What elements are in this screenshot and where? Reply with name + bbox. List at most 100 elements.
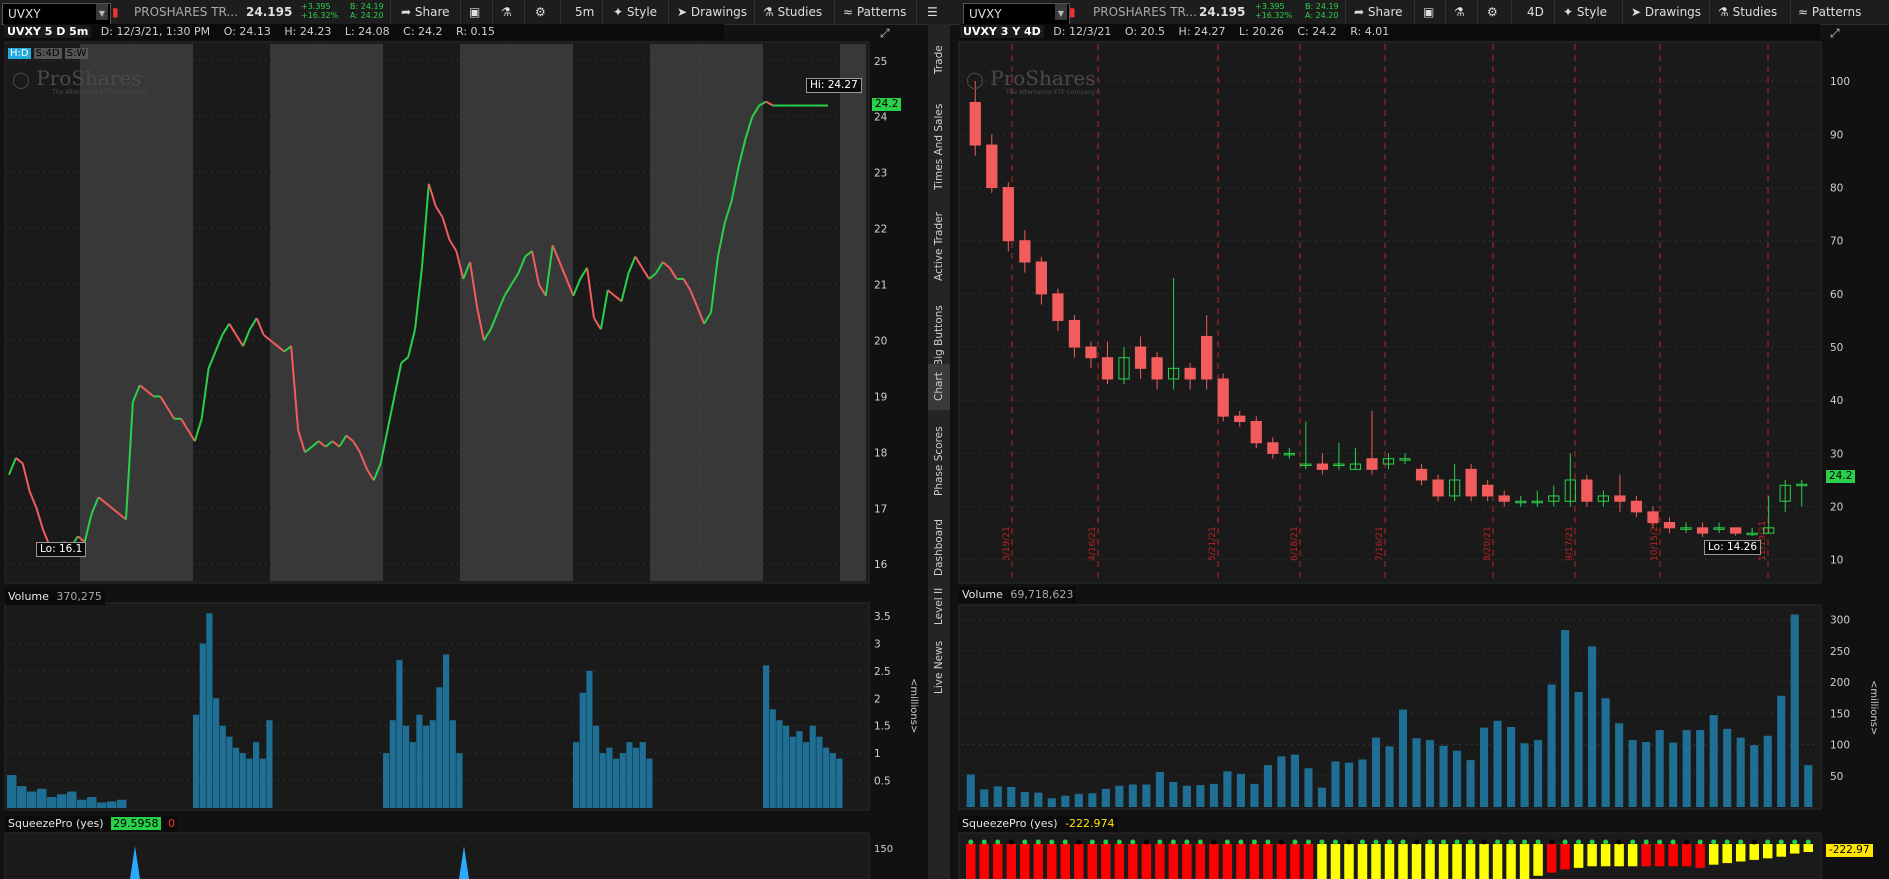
volume-bar [763,665,770,808]
squeeze-dot [1508,839,1514,845]
volume-bar [246,758,253,808]
candle-body [1068,319,1081,348]
volume-bar [809,725,816,808]
left-watermark: ◯ ProShares [12,66,142,90]
squeeze-bar [1290,844,1300,879]
squeeze-dot [1251,839,1257,845]
squeeze-bar [1654,844,1665,867]
volume-tick-label: 3 [874,638,881,650]
candle-body [1366,458,1378,470]
candle-body [1002,187,1014,242]
squeeze-dot [1103,839,1109,845]
price-tick-label: 80 [1830,183,1843,195]
volume-bar [1696,730,1705,807]
squeeze-bar [1344,844,1354,879]
price-tick-label: 100 [1830,76,1850,88]
squeeze-dot [1211,839,1217,845]
squeeze-dot [1481,839,1487,845]
squeeze-dot [1292,839,1298,845]
session-band [270,44,383,581]
volume-bar [599,753,606,808]
volume-bar [1371,737,1381,807]
volume-bar [1034,792,1043,807]
left-volume-label: Volume [8,590,49,603]
mode-button-s4d[interactable]: S:4D [33,48,62,59]
volume-bar [1588,646,1597,807]
price-tick-label: 24 [874,112,888,124]
volume-bar [1398,709,1408,807]
volume-bar [1520,743,1529,807]
squeeze-dot [1765,839,1771,845]
volume-bar [1088,793,1097,807]
volume-tick-label: 50 [1830,771,1843,783]
volume-bar [633,747,640,808]
squeeze-bar [1330,844,1341,879]
squeeze-dot [1400,839,1406,845]
right-volume-header: Volume 69,718,623 [959,587,1077,603]
squeeze-dot [1441,839,1447,845]
squeeze-dot [1643,839,1649,845]
squeeze-bar [1074,844,1084,879]
right-squeeze-value: -222.974 [1065,817,1115,830]
squeeze-dot [1278,839,1284,845]
side-tab-phase-scores[interactable]: Phase Scores [928,416,950,506]
candle-body [1234,415,1246,422]
side-tab-chart[interactable]: Chart [928,364,950,410]
volume-bar [403,725,410,808]
squeeze-dot [1711,839,1717,845]
volume-bar [1358,759,1367,807]
date-marker-label: 8/20/21 [1483,526,1493,561]
left-squeeze-header: SqueezePro (yes) 29.5958 0 [5,816,179,832]
volume-tick-label: 1 [874,748,881,760]
squeeze-bar [1263,844,1273,879]
squeeze-dot [1576,839,1582,845]
side-tab-live-news[interactable]: Live News [928,634,950,700]
squeeze-bar [1425,844,1435,879]
squeeze-bar [1006,844,1017,879]
side-tab-dashboard[interactable]: Dashboard [928,510,950,586]
squeeze-dot [1089,839,1095,845]
squeeze-dot [1022,839,1028,845]
side-tab-level-ii[interactable]: Level II [928,578,950,634]
volume-bar [396,659,403,808]
volume-bar [776,720,783,808]
volume-bar [796,731,803,808]
volume-bar [449,720,456,808]
mode-button-hd[interactable]: H:D [8,48,31,59]
squeeze-dot [1224,839,1230,845]
candle-body [1482,484,1494,497]
volume-bar [443,654,450,808]
candle-body [1630,500,1643,513]
volume-bar [429,720,436,808]
volume-bar [1615,723,1624,807]
squeeze-bar [1020,844,1030,879]
squeeze-bar [1749,844,1759,860]
side-tab-active-trader[interactable]: Active Trader [928,202,950,292]
squeeze-bar [1033,844,1044,879]
squeeze-dot [1346,839,1352,845]
volume-tick-label: 150 [1830,708,1850,720]
volume-bar [7,775,17,808]
squeeze-bar [1803,844,1813,852]
price-tick-label: 21 [874,280,887,292]
volume-bar [606,747,613,808]
volume-bar [87,797,97,808]
candle-body [1201,335,1213,380]
side-tab-times-and-sales[interactable]: Times And Sales [928,94,950,199]
squeeze-bar [1060,844,1071,879]
mode-button-sw[interactable]: S:W [64,48,89,59]
side-tab-trade[interactable]: Trade [928,30,950,90]
volume-bar [783,725,790,808]
left-squeeze-tick: 150 [874,844,894,855]
date-marker-label: 6/18/21 [1290,526,1300,561]
squeeze-bar [1519,844,1530,879]
volume-bar [1169,782,1178,807]
price-tick-label: 22 [874,224,887,236]
volume-bar [266,720,273,808]
volume-bar [259,758,266,808]
left-squeeze-label: SqueezePro (yes) [8,817,104,830]
squeeze-dot [1454,839,1460,845]
squeeze-bar [1695,844,1705,868]
volume-bar [383,753,390,808]
candle-body [1316,463,1329,470]
